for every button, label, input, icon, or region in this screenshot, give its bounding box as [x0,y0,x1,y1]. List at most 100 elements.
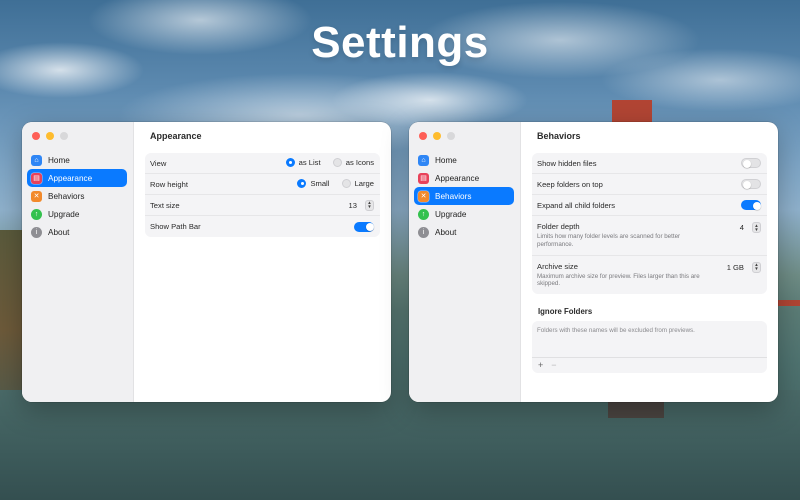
sidebar-item-label: Appearance [435,173,480,183]
view-list-radio[interactable]: as List [285,157,321,167]
behaviors-window: ⌂ Home ▤ Appearance ✕ Behaviors ↑ Upgrad… [409,122,778,402]
expand-children-row: Expand all child folders [532,195,767,216]
row-height-row: Row height Small Large [145,174,380,195]
expand-children-label: Expand all child folders [537,200,616,210]
text-size-stepper[interactable]: ▲ ▼ [365,199,374,211]
radio-on-icon [297,178,307,188]
show-hidden-row: Show hidden files [532,153,767,174]
sidebar-item-label: Home [435,155,457,165]
appearance-window: ⌂ Home ▤ Appearance ✕ Behaviors ↑ Upgrad… [22,122,391,402]
sidebar-item-behaviors[interactable]: ✕ Behaviors [27,187,127,205]
sidebar-item-label: Appearance [48,173,93,183]
folder-depth-label: Folder depth [537,222,580,231]
row-height-small-radio[interactable]: Small [297,178,330,188]
text-size-row: Text size 13 ▲ ▼ [145,195,380,216]
sidebar-item-behaviors[interactable]: ✕ Behaviors [414,187,514,205]
sidebar-item-label: About [48,227,70,237]
zoom-button[interactable] [447,132,455,140]
sidebar-item-home[interactable]: ⌂ Home [414,151,514,169]
path-bar-toggle[interactable] [354,221,374,232]
show-hidden-toggle[interactable] [741,158,761,168]
sidebar-item-home[interactable]: ⌂ Home [27,151,127,169]
row-height-label: Row height [150,179,188,189]
sidebar-item-label: Behaviors [435,191,472,201]
sidebar-item-label: Upgrade [48,209,80,219]
behaviors-icon: ✕ [31,190,42,202]
page-title: Appearance [150,131,202,141]
appearance-icon: ▤ [31,172,42,184]
view-label: View [150,158,167,168]
minimize-button[interactable] [46,132,54,140]
archive-size-control: 1 GB ▲ ▼ [726,261,761,273]
water-background [0,390,800,500]
bridge-deck [778,300,800,306]
view-icons-radio[interactable]: as Icons [332,157,374,167]
view-options: as List as Icons [276,157,374,169]
house-icon: ⌂ [418,154,429,166]
settings-content: Behaviors Show hidden files Keep folders… [521,122,778,402]
sidebar-item-label: About [435,227,457,237]
info-icon: i [31,226,42,238]
sidebar-nav: ⌂ Home ▤ Appearance ✕ Behaviors ↑ Upgrad… [414,151,514,241]
folders-on-top-toggle[interactable] [741,179,761,189]
sidebar-item-label: Home [48,155,70,165]
close-button[interactable] [419,132,427,140]
folder-depth-text: Folder depth Limits how many folder leve… [537,222,707,249]
archive-size-value: 1 GB [726,262,744,272]
show-hidden-label: Show hidden files [537,158,597,168]
ignore-folders-title: Ignore Folders [538,307,593,316]
folder-depth-stepper[interactable]: ▲ ▼ [752,222,761,233]
bridge-base [608,400,664,418]
radio-label: as List [298,157,321,167]
sidebar-item-label: Upgrade [435,209,467,219]
window-controls [419,132,455,140]
text-size-control: 13 ▲ ▼ [348,199,374,211]
sidebar-item-label: Behaviors [48,191,85,201]
archive-size-description: Maximum archive size for preview. Files … [537,272,700,288]
appearance-icon: ▤ [418,172,429,184]
radio-on-icon [285,157,295,167]
path-bar-row: Show Path Bar [145,216,380,237]
archive-size-stepper[interactable]: ▲ ▼ [752,261,761,273]
settings-content: Appearance View as List as Icons Row hei… [134,122,391,402]
folder-depth-control: 4 ▲ ▼ [740,222,761,233]
text-size-value: 13 [348,200,357,210]
ignore-folders-placeholder: Folders with these names will be exclude… [532,321,767,358]
radio-label: as Icons [345,157,374,167]
radio-off-icon [341,178,351,188]
sidebar-item-appearance[interactable]: ▤ Appearance [27,169,127,187]
sidebar-item-about[interactable]: i About [27,223,127,241]
sidebar: ⌂ Home ▤ Appearance ✕ Behaviors ↑ Upgrad… [22,122,134,402]
sidebar: ⌂ Home ▤ Appearance ✕ Behaviors ↑ Upgrad… [409,122,521,402]
house-icon: ⌂ [31,154,42,166]
radio-label: Large [354,178,374,188]
sidebar-nav: ⌂ Home ▤ Appearance ✕ Behaviors ↑ Upgrad… [27,151,127,241]
upgrade-icon: ↑ [418,208,429,220]
folders-on-top-label: Keep folders on top [537,179,603,189]
add-folder-button[interactable]: + [538,360,543,370]
upgrade-icon: ↑ [31,208,42,220]
expand-children-toggle[interactable] [741,200,761,210]
ignore-folders-toolbar: + − [532,358,767,372]
sidebar-item-upgrade[interactable]: ↑ Upgrade [414,205,514,223]
sidebar-item-appearance[interactable]: ▤ Appearance [414,169,514,187]
close-button[interactable] [32,132,40,140]
archive-size-row: Archive size Maximum archive size for pr… [532,256,767,295]
row-height-large-radio[interactable]: Large [341,178,374,188]
radio-label: Small [310,178,330,188]
view-row: View as List as Icons [145,153,380,174]
sidebar-item-about[interactable]: i About [414,223,514,241]
sidebar-item-upgrade[interactable]: ↑ Upgrade [27,205,127,223]
radio-off-icon [332,157,342,167]
zoom-button[interactable] [60,132,68,140]
archive-size-text: Archive size Maximum archive size for pr… [537,262,707,289]
page-headline: Settings [311,18,489,67]
path-bar-label: Show Path Bar [150,222,201,231]
minimize-button[interactable] [433,132,441,140]
folder-depth-value: 4 [739,223,744,232]
remove-folder-button[interactable]: − [551,360,556,370]
folder-depth-description: Limits how many folder levels are scanne… [537,233,681,248]
folder-depth-row: Folder depth Limits how many folder leve… [532,216,767,256]
info-icon: i [418,226,429,238]
ignore-folders-list[interactable]: Folders with these names will be exclude… [532,321,767,373]
